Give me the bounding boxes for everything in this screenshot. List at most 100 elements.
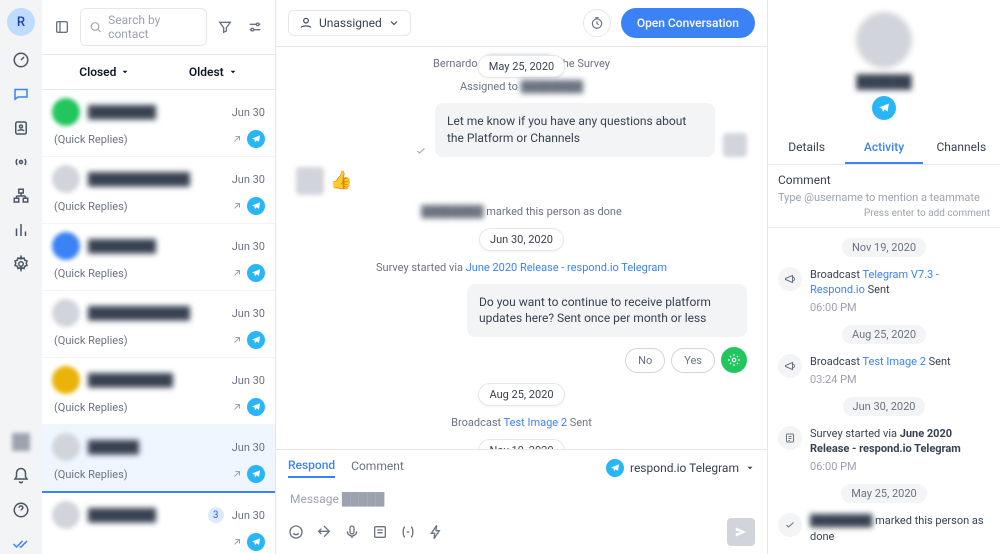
snippet-icon[interactable] — [372, 524, 388, 540]
contact-item[interactable]: ████████████ Jun 30 (Quick Replies) — [42, 157, 275, 224]
reports-icon[interactable] — [11, 220, 31, 240]
channel-select[interactable]: respond.io Telegram — [606, 459, 755, 477]
emoji-icon[interactable] — [288, 524, 304, 540]
detail-tabs: Details Activity Channels — [768, 132, 1000, 165]
messages-icon[interactable] — [11, 84, 31, 104]
contact-date: Jun 30 — [232, 441, 265, 454]
telegram-icon — [247, 398, 265, 416]
reaction-emoji: 👍 — [330, 170, 352, 191]
chevron-down-icon — [228, 67, 238, 77]
app-icon[interactable] — [11, 432, 31, 452]
snooze-button[interactable] — [583, 9, 611, 37]
workflow-icon[interactable] — [11, 186, 31, 206]
telegram-icon — [606, 459, 624, 477]
contact-name: ████████████ — [88, 172, 224, 186]
contact-item[interactable]: ████████ Jun 30 (Quick Replies) — [42, 90, 275, 157]
broadcast-icon[interactable] — [11, 152, 31, 172]
quick-reply-no[interactable]: No — [625, 348, 665, 373]
comment-box: Comment Type @username to mention a team… — [768, 165, 1000, 228]
attachment-icon[interactable] — [316, 524, 332, 540]
tab-channels[interactable]: Channels — [923, 132, 1000, 164]
telegram-icon — [247, 533, 265, 551]
contact-name: ████████ — [88, 508, 200, 522]
contact-avatar — [52, 98, 80, 126]
nav-rail: R — [0, 0, 42, 554]
tab-respond[interactable]: Respond — [288, 458, 335, 478]
conversation-body: Bernardo G████████d the Survey May 25, 2… — [276, 47, 767, 449]
tab-details[interactable]: Details — [768, 132, 845, 164]
reaction-row: 👍 — [296, 167, 747, 195]
contact-avatar — [52, 232, 80, 260]
activity-date: May 25, 2020 — [841, 484, 926, 503]
comment-label: Comment — [778, 173, 990, 187]
message-input[interactable]: Message █████ — [288, 486, 755, 512]
date-pill: Jun 30, 2020 — [479, 228, 564, 251]
tab-comment[interactable]: Comment — [351, 459, 404, 477]
contact-item[interactable]: ████████ 3 Jun 30 — [42, 493, 275, 554]
activity-date: Nov 19, 2020 — [842, 238, 926, 257]
tab-activity[interactable]: Activity — [845, 132, 922, 164]
variable-icon[interactable] — [400, 524, 416, 540]
contacts-icon[interactable] — [11, 118, 31, 138]
message-bubble: Let me know if you have any questions ab… — [435, 103, 715, 157]
contact-item[interactable]: ██████████ Jun 30 (Quick Replies) — [42, 358, 275, 425]
search-input[interactable]: Search by contact — [80, 8, 207, 46]
quick-reply-yes[interactable]: Yes — [671, 348, 715, 373]
contact-date: Jun 30 — [232, 307, 265, 320]
system-event: Assigned to ████████ — [296, 80, 747, 93]
message-bubble: Do you want to continue to receive platf… — [467, 284, 747, 338]
outbound-icon — [231, 334, 243, 346]
contact-date: Jun 30 — [232, 374, 265, 387]
collapse-icon[interactable] — [50, 15, 74, 39]
assignee-label: Unassigned — [319, 16, 382, 30]
contact-item[interactable]: ████████████ Jun 30 (Quick Replies) — [42, 291, 275, 358]
bot-icon — [721, 347, 747, 373]
activity-item: Broadcast Test Image 2 Sent03:24 PM — [778, 354, 990, 387]
message-out: Do you want to continue to receive platf… — [296, 284, 747, 338]
voice-icon[interactable] — [344, 524, 360, 540]
open-conversation-button[interactable]: Open Conversation — [621, 8, 755, 38]
contact-date: Jun 30 — [232, 240, 265, 253]
filter-icon[interactable] — [213, 15, 237, 39]
outbound-icon — [231, 133, 243, 145]
sender-avatar — [723, 133, 747, 157]
dashboard-icon[interactable] — [11, 50, 31, 70]
contact-avatar — [296, 167, 324, 195]
contact-avatar — [52, 165, 80, 193]
contact-item[interactable]: ████████ Jun 30 (Quick Replies) — [42, 224, 275, 291]
filter-sort[interactable]: Oldest — [189, 65, 238, 79]
contact-name: ████████ — [88, 239, 224, 253]
contact-avatar — [52, 433, 80, 461]
activity-date: Jun 30, 2020 — [843, 397, 926, 416]
settings-icon[interactable] — [11, 254, 31, 274]
user-avatar[interactable]: R — [7, 8, 35, 36]
system-event: Survey started via June 2020 Release - r… — [296, 261, 747, 274]
done-all-icon[interactable] — [11, 534, 31, 554]
send-button[interactable] — [727, 518, 755, 546]
chevron-down-icon — [388, 17, 400, 29]
contact-item[interactable]: ██████ Jun 30 (Quick Replies) — [42, 425, 275, 493]
contact-avatar — [52, 299, 80, 327]
telegram-icon — [247, 264, 265, 282]
comment-hint: Press enter to add comment — [778, 208, 990, 219]
survey-icon — [778, 426, 802, 450]
comment-input[interactable]: Type @username to mention a teammate — [778, 191, 990, 204]
contact-list-header: Search by contact — [42, 0, 275, 55]
done-icon — [778, 513, 802, 537]
system-event: ████████ marked this person as done — [296, 205, 747, 218]
conversation-panel: Unassigned Open Conversation Bernardo G█… — [276, 0, 768, 554]
channel-label: respond.io Telegram — [630, 461, 739, 475]
search-icon — [89, 20, 102, 34]
assignee-select[interactable]: Unassigned — [288, 10, 411, 36]
activity-item: Broadcast Telegram V7.3 - Respond.io Sen… — [778, 267, 990, 315]
notifications-icon[interactable] — [11, 466, 31, 486]
date-pill: May 25, 2020 — [478, 55, 565, 78]
unread-badge: 3 — [208, 507, 224, 523]
adjust-icon[interactable] — [243, 15, 267, 39]
automation-icon[interactable] — [428, 524, 444, 540]
telegram-icon — [247, 130, 265, 148]
help-icon[interactable] — [11, 500, 31, 520]
filter-status[interactable]: Closed — [79, 65, 130, 79]
composer-tools — [288, 512, 755, 546]
outbound-icon — [231, 536, 243, 548]
